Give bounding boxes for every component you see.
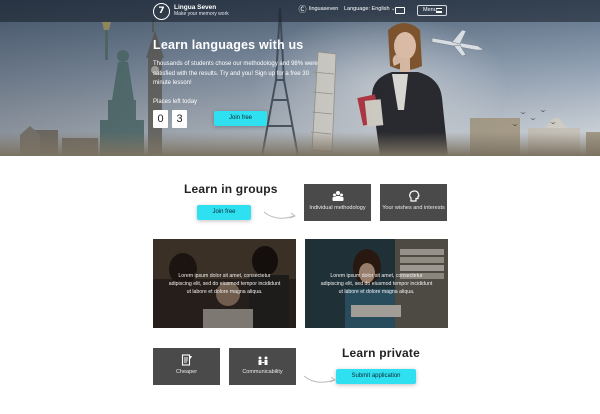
places-digit: 0 bbox=[153, 110, 168, 128]
places-digit: 3 bbox=[172, 110, 187, 128]
groups-join-button[interactable]: Join free bbox=[197, 205, 251, 220]
menu-button[interactable]: Menu bbox=[417, 5, 447, 16]
curved-arrow-icon bbox=[263, 211, 297, 219]
hamburger-icon bbox=[436, 8, 442, 13]
hero-ground bbox=[0, 132, 600, 156]
conversation-icon bbox=[257, 354, 269, 366]
skype-icon[interactable]: Ⓒ bbox=[298, 5, 307, 14]
feature-label: Your wishes and interests bbox=[382, 205, 445, 211]
photo-caption: Lorem ipsum dolor sit amet, consectetur … bbox=[320, 273, 433, 295]
group-photo-1: Lorem ipsum dolor sit amet, consectetur … bbox=[153, 239, 296, 328]
feature-communicability: Communicability bbox=[229, 348, 296, 385]
brand-tagline: Make your memory work bbox=[174, 11, 229, 17]
photo-caption: Lorem ipsum dolor sit amet, consectetur … bbox=[168, 273, 281, 295]
username-link[interactable]: linguaseven bbox=[309, 6, 338, 12]
head-icon bbox=[408, 190, 420, 202]
groups-title: Learn in groups bbox=[184, 182, 278, 196]
language-label: Language: English bbox=[344, 6, 390, 12]
feature-label: Individual methodology bbox=[309, 205, 366, 211]
mail-icon[interactable] bbox=[395, 7, 405, 14]
hero-title: Learn languages with us bbox=[153, 38, 304, 52]
hero-subtitle: Thousands of students chose our methodol… bbox=[153, 61, 318, 86]
private-title: Learn private bbox=[342, 346, 420, 360]
group-photo-2: Lorem ipsum dolor sit amet, consectetur … bbox=[305, 239, 448, 328]
language-selector[interactable]: Language: English ⌄ bbox=[344, 6, 395, 12]
feature-cheaper: Cheaper bbox=[153, 348, 220, 385]
group-icon bbox=[332, 190, 344, 202]
places-left-label: Places left today bbox=[153, 99, 198, 105]
feature-label: Communicability bbox=[242, 369, 283, 375]
feature-individual-methodology: Individual methodology bbox=[304, 184, 371, 221]
feature-label: Cheaper bbox=[175, 369, 198, 375]
document-icon bbox=[181, 354, 193, 366]
hero-banner: 7 Lingua Seven Make your memory work Ⓒ l… bbox=[0, 0, 600, 156]
brand-name: Lingua Seven bbox=[174, 4, 217, 11]
top-nav: 7 Lingua Seven Make your memory work Ⓒ l… bbox=[0, 0, 600, 22]
feature-wishes-interests: Your wishes and interests bbox=[380, 184, 447, 221]
submit-application-button[interactable]: Submit application bbox=[336, 369, 416, 384]
logo-icon[interactable]: 7 bbox=[153, 3, 170, 20]
curved-arrow-icon bbox=[303, 375, 337, 383]
menu-label: Menu bbox=[423, 7, 437, 13]
hero-join-button[interactable]: Join free bbox=[214, 111, 267, 126]
